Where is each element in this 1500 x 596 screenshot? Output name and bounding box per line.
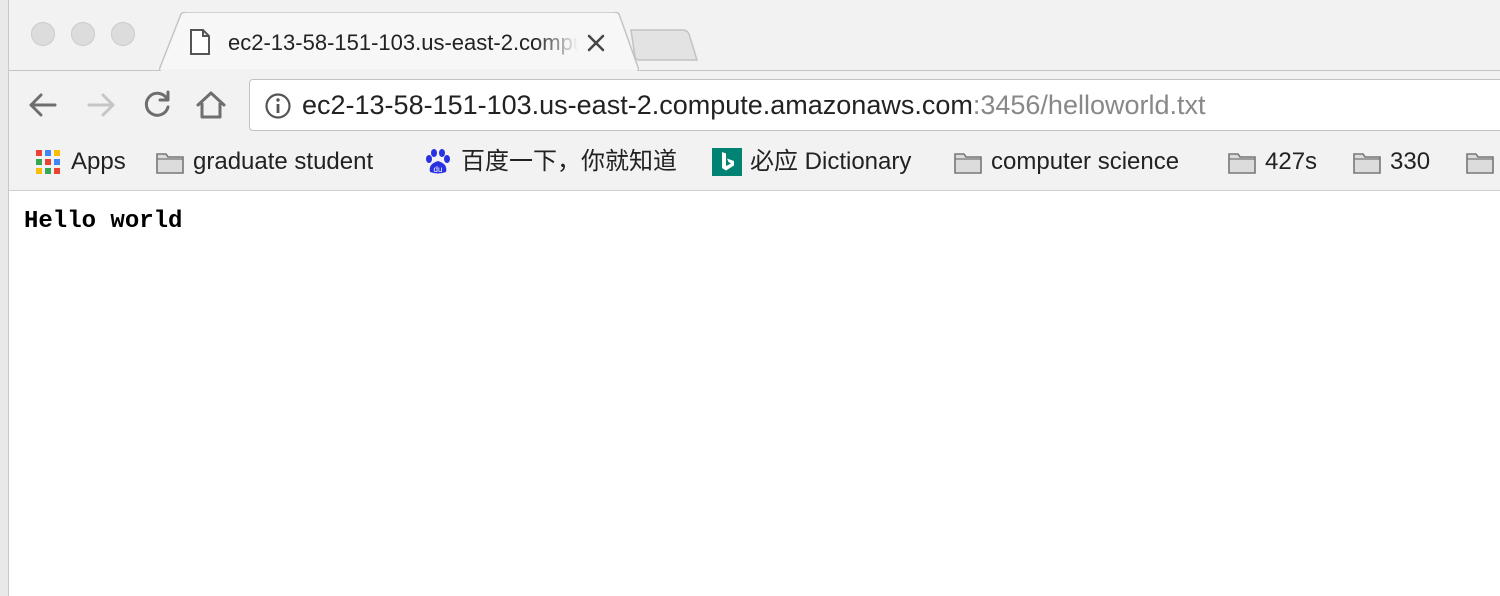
bookmark-label: 427s — [1265, 148, 1318, 175]
folder-icon — [156, 153, 184, 174]
bookmark-label: 百度一下，你就知道 — [461, 148, 677, 175]
close-tab-icon[interactable] — [585, 32, 607, 54]
bing-icon — [712, 148, 742, 176]
bookmark-folder-graduate-student[interactable]: graduate student — [155, 145, 373, 179]
address-bar[interactable]: ec2-13-58-151-103.us-east-2.compute.amaz… — [249, 79, 1500, 131]
bookmark-folder-overflow[interactable] — [1465, 145, 1500, 179]
bookmarks-bar: Apps graduate student du 百度一下，你就知道 必应 Di… — [9, 137, 1500, 189]
close-window-button[interactable] — [31, 22, 55, 46]
bookmark-label: Apps — [71, 148, 126, 175]
baidu-icon: du — [426, 149, 450, 174]
forward-arrow-icon[interactable] — [83, 87, 119, 123]
browser-chrome: ec2-13-58-151-103.us-east-2.compute.amaz… — [9, 0, 1500, 191]
bookmark-apps[interactable]: Apps — [33, 145, 126, 179]
zoom-window-button[interactable] — [111, 22, 135, 46]
tab-title: ec2-13-58-151-103.us-east-2.compute.amaz… — [228, 30, 578, 55]
bookmark-folder-427s[interactable]: 427s — [1227, 145, 1317, 179]
home-icon[interactable] — [193, 87, 229, 123]
tab-strip: ec2-13-58-151-103.us-east-2.compute.amaz… — [9, 0, 1500, 71]
document-icon — [190, 29, 210, 55]
folder-icon — [1466, 153, 1494, 174]
bookmark-bing-dictionary[interactable]: 必应 Dictionary — [712, 145, 911, 179]
back-arrow-icon[interactable] — [25, 87, 61, 123]
bookmark-label: graduate student — [193, 148, 374, 175]
url-text[interactable]: ec2-13-58-151-103.us-east-2.compute.amaz… — [302, 89, 1206, 121]
bookmark-baidu[interactable]: du 百度一下，你就知道 — [423, 145, 677, 179]
new-tab-button[interactable] — [629, 28, 699, 62]
window-edge — [0, 0, 9, 596]
plain-text-body: Hello world — [24, 208, 183, 235]
toolbar: ec2-13-58-151-103.us-east-2.compute.amaz… — [9, 71, 1500, 137]
page-content: Hello world — [9, 191, 1500, 596]
bookmark-folder-computer-science[interactable]: computer science — [953, 145, 1179, 179]
folder-icon — [1353, 153, 1381, 174]
folder-icon — [1228, 153, 1256, 174]
url-host: ec2-13-58-151-103.us-east-2.compute.amaz… — [302, 90, 973, 120]
bookmark-label: 必应 Dictionary — [750, 148, 912, 175]
active-tab[interactable]: ec2-13-58-151-103.us-east-2.compute.amaz… — [159, 12, 639, 71]
bookmark-label: computer science — [991, 148, 1180, 175]
svg-text:du: du — [434, 165, 443, 174]
apps-grid-icon — [36, 150, 60, 174]
minimize-window-button[interactable] — [71, 22, 95, 46]
url-path: :3456/helloworld.txt — [972, 90, 1206, 120]
info-icon[interactable] — [264, 92, 292, 120]
folder-icon — [954, 153, 982, 174]
bookmark-folder-330[interactable]: 330 — [1352, 145, 1430, 179]
reload-icon[interactable] — [139, 87, 175, 123]
bookmark-label: 330 — [1390, 148, 1431, 175]
